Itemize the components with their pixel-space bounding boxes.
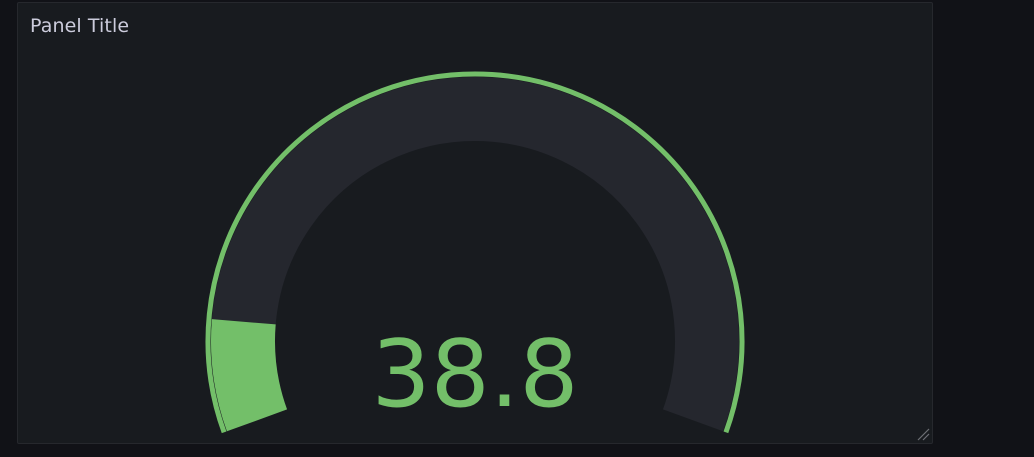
resize-handle-icon[interactable] bbox=[916, 427, 930, 441]
gauge-value-arc bbox=[211, 319, 288, 432]
gauge-value-text: 38.8 bbox=[371, 320, 578, 428]
gauge: 38.8 bbox=[205, 71, 745, 434]
gauge-panel[interactable]: Panel Title 38.8 bbox=[17, 2, 933, 444]
